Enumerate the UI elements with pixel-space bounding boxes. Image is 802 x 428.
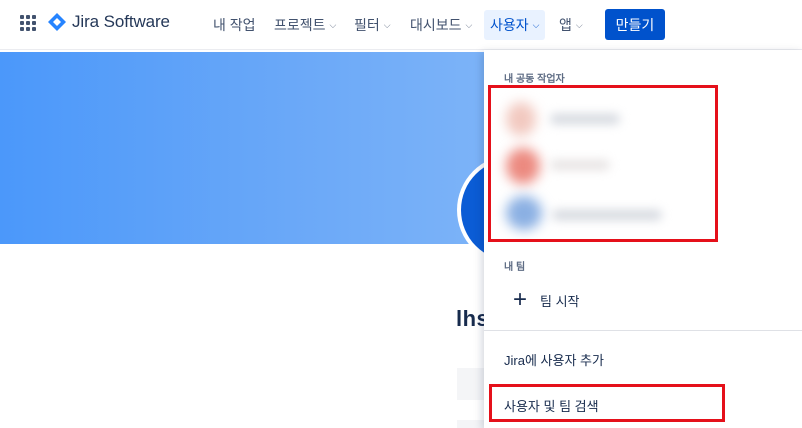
profile-field-placeholder <box>457 368 487 400</box>
people-dropdown-menu: 내 공동 작업자 내 팀 + 팀 시작 Jira에 사용자 추가 사용자 및 팀… <box>484 50 802 428</box>
add-user-button[interactable]: Jira에 사용자 추가 <box>484 345 802 373</box>
nav-filters[interactable]: 필터 ⌵ <box>350 10 395 40</box>
collaborator-name[interactable] <box>550 114 620 124</box>
add-user-label: Jira에 사용자 추가 <box>504 352 604 368</box>
search-people-teams-label: 사용자 및 팀 검색 <box>504 398 599 414</box>
teams-section-title: 내 팀 <box>504 262 526 273</box>
collaborator-name[interactable] <box>550 160 610 170</box>
nav-apps[interactable]: 앱 ⌵ <box>555 10 587 40</box>
start-team-button[interactable]: + 팀 시작 <box>484 284 802 316</box>
search-people-teams-button[interactable]: 사용자 및 팀 검색 <box>484 391 802 419</box>
collaborator-name[interactable] <box>552 210 662 220</box>
jira-diamond-icon <box>48 13 66 31</box>
nav-my-work[interactable]: 내 작업 <box>209 10 260 40</box>
plus-icon: + <box>512 286 527 313</box>
nav-projects-label: 프로젝트 <box>274 17 326 33</box>
nav-my-work-label: 내 작업 <box>213 17 256 33</box>
logo-text: Jira Software <box>72 12 170 31</box>
chevron-down-icon: ⌵ <box>532 19 540 30</box>
chevron-down-icon: ⌵ <box>575 19 583 30</box>
collaborator-avatar[interactable] <box>506 196 542 230</box>
collaborator-avatar[interactable] <box>506 102 536 136</box>
collaborator-avatar[interactable] <box>506 148 540 184</box>
collaborators-list <box>496 98 696 232</box>
profile-header-banner <box>0 52 484 244</box>
menu-divider <box>484 330 802 331</box>
nav-dashboards[interactable]: 대시보드 ⌵ <box>406 10 476 40</box>
nav-projects[interactable]: 프로젝트 ⌵ <box>270 10 340 40</box>
create-button[interactable]: 만들기 <box>605 9 665 40</box>
collaborators-section-title: 내 공동 작업자 <box>504 74 565 85</box>
jira-logo[interactable]: Jira Software <box>48 12 170 32</box>
nav-filters-label: 필터 <box>354 17 380 33</box>
start-team-label: 팀 시작 <box>540 293 580 309</box>
chevron-down-icon: ⌵ <box>383 19 391 30</box>
top-navigation: Jira Software 내 작업 프로젝트 ⌵ 필터 ⌵ 대시보드 ⌵ 사용… <box>0 0 802 50</box>
nav-people-label: 사용자 <box>490 17 529 33</box>
nav-people[interactable]: 사용자 ⌵ <box>484 10 546 40</box>
profile-field-placeholder <box>457 420 487 428</box>
chevron-down-icon: ⌵ <box>329 19 337 30</box>
app-switcher-icon[interactable] <box>20 15 36 31</box>
chevron-down-icon: ⌵ <box>465 19 473 30</box>
nav-dashboards-label: 대시보드 <box>410 17 462 33</box>
nav-apps-label: 앱 <box>559 17 572 33</box>
